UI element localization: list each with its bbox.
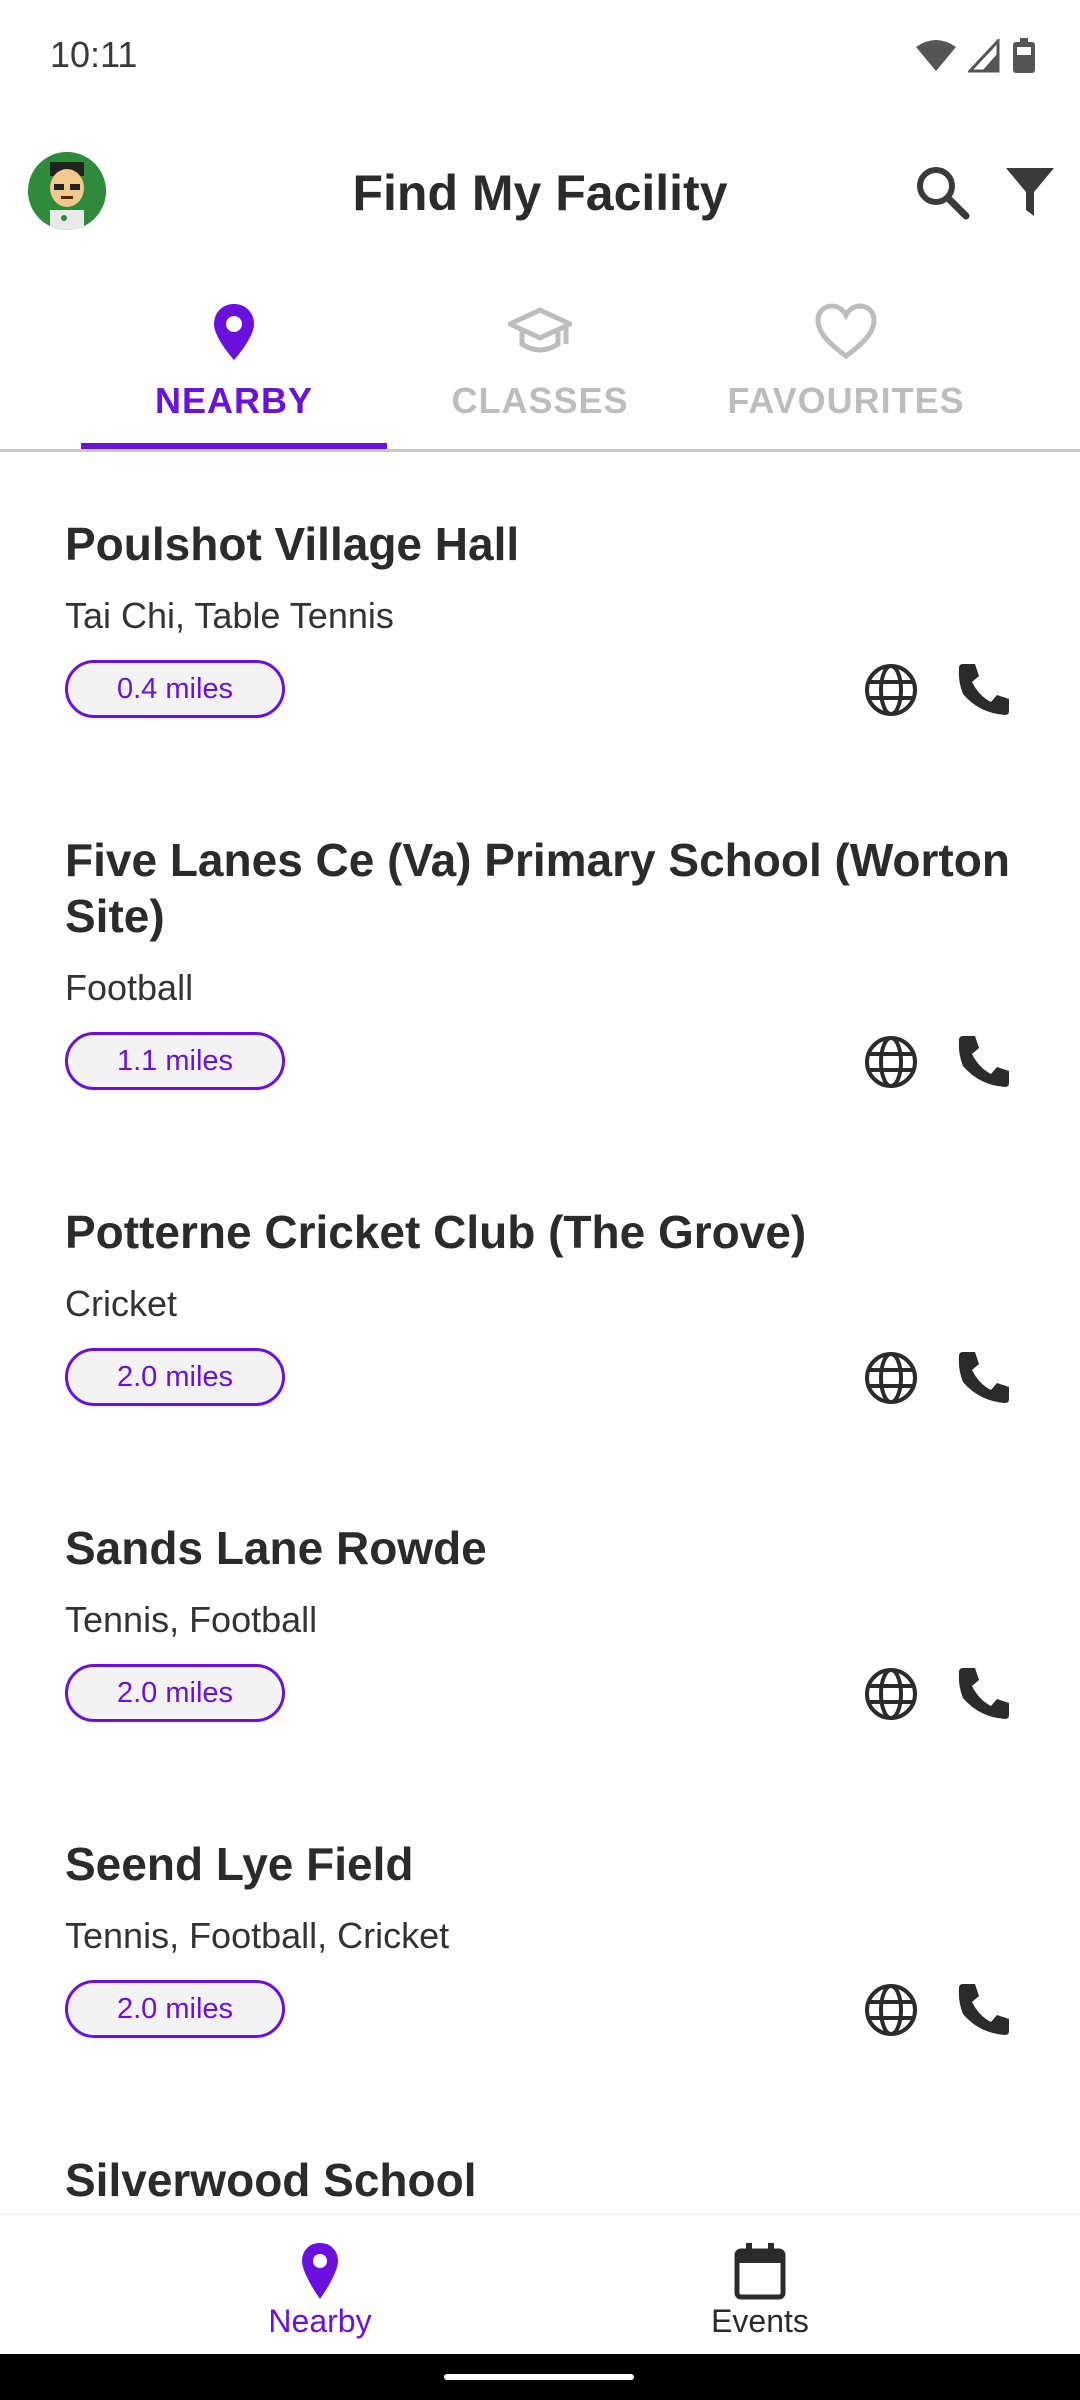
system-gesture-bar (0, 2354, 1080, 2400)
tab-label: NEARBY (154, 380, 313, 421)
list-item[interactable]: Potterne Cricket Club (The Grove) Cricke… (0, 1204, 1080, 1408)
tab-favourites[interactable]: FAVOURITES (693, 290, 999, 450)
home-gesture-handle[interactable] (444, 2374, 634, 2380)
facility-name: Seend Lye Field (65, 1838, 414, 1890)
graduation-cap-icon (508, 307, 572, 353)
globe-icon (865, 664, 917, 716)
distance-chip: 0.4 miles (65, 660, 285, 718)
wifi-icon (916, 40, 956, 71)
bottom-navigation: Nearby Events (0, 2214, 1080, 2354)
search-button[interactable] (912, 162, 972, 222)
facility-name: Poulshot Village Hall (65, 518, 520, 570)
list-item[interactable]: Poulshot Village Hall Tai Chi, Table Ten… (0, 516, 1080, 720)
nav-label: Nearby (268, 2303, 372, 2339)
status-icons (916, 38, 1036, 74)
list-item[interactable]: Sands Lane Rowde Tennis, Football 2.0 mi… (0, 1520, 1080, 1724)
facility-list[interactable]: Poulshot Village Hall Tai Chi, Table Ten… (0, 455, 1080, 2215)
heart-outline-icon (815, 303, 877, 360)
facility-actions: 0.4 miles (65, 660, 1015, 720)
facility-activities: Tennis, Football, Cricket (65, 1915, 450, 1956)
website-button[interactable] (863, 1982, 919, 2038)
filter-icon (1006, 168, 1054, 216)
website-button[interactable] (863, 662, 919, 718)
tab-bar: NEARBY CLASSES FAVOURITES (0, 290, 1080, 452)
tab-nearby[interactable]: NEARBY (81, 290, 387, 450)
location-pin-icon (302, 2243, 338, 2299)
facility-name: Potterne Cricket Club (The Grove) (65, 1206, 807, 1258)
cell-signal-icon (968, 39, 1000, 73)
search-icon (917, 167, 970, 220)
facility-actions: 2.0 miles (65, 1664, 1015, 1724)
tab-classes[interactable]: CLASSES (387, 290, 693, 450)
nav-events[interactable]: Events (610, 2215, 910, 2355)
phone-button[interactable] (955, 1980, 1013, 2038)
phone-button[interactable] (955, 1348, 1013, 1406)
app-bar: Find My Facility (0, 140, 1080, 250)
filter-button[interactable] (1000, 162, 1060, 222)
calendar-icon (734, 2243, 786, 2300)
phone-icon (958, 1352, 1009, 1403)
globe-icon (865, 1352, 917, 1404)
distance-chip: 2.0 miles (65, 1664, 285, 1722)
website-button[interactable] (863, 1666, 919, 1722)
distance-chip: 2.0 miles (65, 1348, 285, 1406)
phone-button[interactable] (955, 660, 1013, 718)
facility-activities: Cricket (65, 1283, 178, 1324)
globe-icon (865, 1668, 917, 1720)
status-time: 10:11 (50, 34, 138, 75)
list-item[interactable]: Seend Lye Field Tennis, Football, Cricke… (0, 1836, 1080, 2040)
facility-actions: 1.1 miles (65, 1032, 1015, 1092)
website-button[interactable] (863, 1350, 919, 1406)
tab-label: FAVOURITES (727, 380, 965, 421)
distance-chip: 1.1 miles (65, 1032, 285, 1090)
website-button[interactable] (863, 1034, 919, 1090)
phone-icon (958, 1036, 1009, 1087)
distance-chip: 2.0 miles (65, 1980, 285, 2038)
facility-activities: Tai Chi, Table Tennis (65, 595, 394, 636)
location-pin-icon (214, 304, 254, 360)
facility-name: Five Lanes Ce (Va) Primary School (Worto… (65, 834, 1010, 942)
facility-actions: 2.0 miles (65, 1348, 1015, 1408)
nav-nearby[interactable]: Nearby (170, 2215, 470, 2355)
list-item[interactable]: Silverwood School (0, 2152, 1080, 2208)
phone-icon (958, 1668, 1009, 1719)
phone-button[interactable] (955, 1032, 1013, 1090)
phone-icon (958, 664, 1009, 715)
globe-icon (865, 1984, 917, 2036)
tab-indicator (81, 443, 387, 449)
globe-icon (865, 1036, 917, 1088)
phone-button[interactable] (955, 1664, 1013, 1722)
phone-icon (958, 1984, 1009, 2035)
facility-name: Sands Lane Rowde (65, 1522, 487, 1574)
status-bar: 10:11 (0, 0, 1080, 120)
facility-name: Silverwood School (65, 2154, 477, 2206)
facility-activities: Tennis, Football (65, 1599, 318, 1640)
tab-label: CLASSES (451, 380, 629, 421)
facility-actions: 2.0 miles (65, 1980, 1015, 2040)
battery-icon (1013, 38, 1035, 73)
nav-label: Events (711, 2303, 809, 2339)
list-item[interactable]: Five Lanes Ce (Va) Primary School (Worto… (0, 832, 1080, 1092)
facility-activities: Football (65, 967, 194, 1008)
